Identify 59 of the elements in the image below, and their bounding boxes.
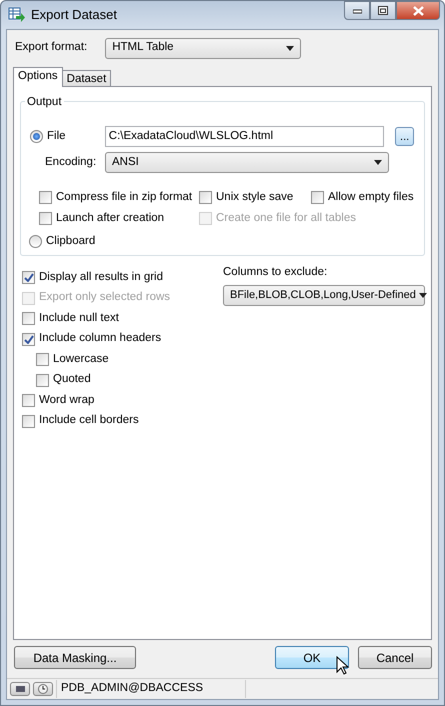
maximize-icon: [378, 6, 388, 15]
checkbox-label: Unix style save: [216, 190, 294, 206]
screen-icon: [16, 686, 24, 692]
checkbox-label: Include cell borders: [39, 413, 139, 428]
export-format-label: Export format:: [15, 40, 88, 56]
radio-button[interactable]: [29, 235, 42, 248]
checkbox-label: Create one file for all tables: [216, 211, 356, 226]
status-user: PDB_ADMIN@DBACCESS: [56, 680, 246, 698]
radio-label: File: [47, 129, 66, 144]
close-button[interactable]: [396, 1, 440, 20]
table-export-icon: [8, 7, 25, 23]
status-button[interactable]: [33, 682, 53, 696]
checkbox[interactable]: [36, 374, 49, 386]
encoding-dropdown[interactable]: ANSI: [105, 152, 389, 174]
encoding-label: Encoding:: [45, 155, 98, 170]
file-path-field[interactable]: C:\ExadataCloud\WLSLOG.html: [104, 126, 384, 148]
checkbox-label: Word wrap: [39, 392, 94, 408]
tab[interactable]: Options: [13, 67, 63, 87]
columns-dropdown[interactable]: BFile,BLOB,CLOB,Long,User-Defined: [223, 284, 425, 306]
close-icon: [412, 6, 424, 16]
checkbox-label: Include null text: [39, 310, 119, 326]
checkbox[interactable]: [22, 271, 35, 284]
radio-label: Clipboard: [46, 234, 96, 250]
radio-button[interactable]: [30, 130, 43, 144]
dialog-button[interactable]: Data Masking...: [14, 646, 136, 669]
checkbox[interactable]: [22, 414, 35, 428]
dropdown-caret-icon: [286, 46, 294, 50]
checkbox[interactable]: [22, 394, 35, 407]
dropdown-caret-icon: [374, 160, 382, 166]
check-icon: [24, 334, 34, 344]
checkbox-label: Launch after creation: [56, 211, 164, 226]
checkbox[interactable]: [199, 191, 212, 204]
minimize-button[interactable]: [344, 1, 370, 20]
window-title: Export Dataset: [31, 6, 118, 24]
checkbox-label: Allow empty files: [328, 190, 414, 206]
checkbox[interactable]: [311, 191, 324, 204]
checkbox[interactable]: [22, 332, 35, 346]
checkbox[interactable]: [39, 212, 52, 226]
clock-icon: [38, 684, 48, 694]
checkbox-label: Display all results in grid: [39, 270, 163, 285]
browse-button[interactable]: ...: [395, 127, 414, 146]
checkbox-label: Export only selected rows: [39, 290, 170, 306]
columns-label: Columns to exclude:: [223, 265, 328, 280]
checkbox-label: Compress file in zip format: [56, 190, 192, 206]
checkbox-label: Lowercase: [53, 352, 109, 367]
tab[interactable]: Dataset: [62, 70, 112, 87]
cursor-icon: [336, 656, 350, 676]
checkbox[interactable]: [22, 312, 35, 325]
checkbox[interactable]: [39, 191, 52, 204]
status-button[interactable]: [10, 682, 30, 696]
minimize-icon: [352, 7, 362, 14]
check-icon: [24, 273, 34, 282]
checkbox-label: Quoted: [53, 372, 91, 388]
maximize-button[interactable]: [370, 1, 396, 20]
dropdown-caret-icon: [418, 292, 427, 298]
dialog-button[interactable]: Cancel: [358, 646, 432, 669]
export-format-dropdown[interactable]: HTML Table: [105, 38, 302, 58]
checkbox-label: Include column headers: [39, 331, 162, 346]
checkbox[interactable]: [36, 353, 49, 366]
